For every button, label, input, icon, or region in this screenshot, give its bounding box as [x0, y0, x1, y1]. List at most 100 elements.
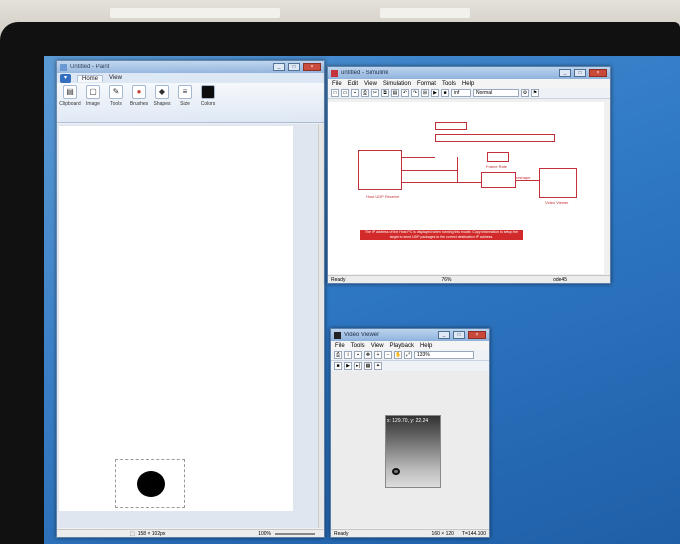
- maximize-button[interactable]: □: [453, 331, 465, 339]
- play-icon[interactable]: ▶: [344, 362, 352, 370]
- menu-edit[interactable]: Edit: [348, 81, 358, 87]
- shapes-icon: ◆: [155, 85, 169, 99]
- new-icon[interactable]: □: [331, 89, 339, 97]
- paint-file-menu[interactable]: ▾: [60, 73, 72, 83]
- minimize-button[interactable]: _: [559, 69, 571, 77]
- tab-view[interactable]: View: [109, 75, 122, 81]
- line-size-icon: ≡: [178, 85, 192, 99]
- gain-block[interactable]: [435, 122, 467, 130]
- video-viewer-label: Video Viewer: [545, 200, 569, 205]
- video-viewer-titlebar[interactable]: Video Viewer _ □ ×: [331, 329, 489, 341]
- ribbon-group-image[interactable]: ▢ Image: [83, 85, 103, 120]
- library-icon[interactable]: ⊞: [421, 89, 429, 97]
- stop-icon[interactable]: ■: [441, 89, 449, 97]
- print-icon[interactable]: ⎙: [334, 351, 342, 359]
- image-icon: ▢: [86, 85, 100, 99]
- highlight-icon[interactable]: ✦: [374, 362, 382, 370]
- video-viewer-menubar: File Tools View Playback Help: [331, 341, 489, 350]
- sim-mode-select[interactable]: Normal: [473, 89, 519, 97]
- zoom-out-icon[interactable]: −: [384, 351, 392, 359]
- ribbon-label: Clipboard: [59, 101, 81, 107]
- ribbon-group-shapes[interactable]: ◆ Shapes: [152, 85, 172, 120]
- status-ready: Ready: [331, 276, 346, 283]
- menu-file[interactable]: File: [335, 343, 345, 349]
- ribbon-group-brushes[interactable]: ● Brushes: [129, 85, 149, 120]
- frame-rate-block[interactable]: [487, 152, 509, 162]
- vertical-scrollbar[interactable]: [318, 124, 324, 528]
- close-button[interactable]: ×: [589, 69, 607, 77]
- tab-home[interactable]: Home: [77, 74, 104, 82]
- ribbon-group-tools[interactable]: ✎ Tools: [106, 85, 126, 120]
- snapshot-icon[interactable]: ▦: [364, 362, 372, 370]
- maximize-button[interactable]: □: [288, 63, 300, 71]
- video-viewer-statusbar: Ready 160 × 120 T=144.100: [331, 529, 489, 537]
- zoom-in-icon[interactable]: +: [374, 351, 382, 359]
- close-button[interactable]: ×: [303, 63, 321, 71]
- debug-icon[interactable]: ⚑: [531, 89, 539, 97]
- signal-line: [457, 157, 458, 182]
- shelf: [110, 8, 280, 18]
- close-button[interactable]: ×: [468, 331, 486, 339]
- ribbon-label: Brushes: [129, 101, 149, 107]
- udp-receive-label: Host UDP Receive: [366, 194, 400, 199]
- zoom-slider[interactable]: [275, 532, 315, 535]
- signal-line: [402, 170, 457, 171]
- simulink-titlebar[interactable]: untitled - Simulink _ □ ×: [328, 67, 610, 79]
- cut-icon[interactable]: ✂: [371, 89, 379, 97]
- ribbon-group-colors[interactable]: Colors: [198, 85, 218, 120]
- paint-canvas[interactable]: [59, 126, 293, 511]
- tracked-object: [392, 468, 400, 475]
- maximize-button[interactable]: □: [574, 69, 586, 77]
- info-icon[interactable]: i: [344, 351, 352, 359]
- paste-icon[interactable]: ▤: [391, 89, 399, 97]
- status-solver: ode45: [553, 276, 567, 283]
- print-icon[interactable]: ⎙: [361, 89, 369, 97]
- simulink-diagram[interactable]: Host UDP Receive Frame Rate reshape Vide…: [328, 102, 604, 274]
- menu-file[interactable]: File: [332, 81, 342, 87]
- open-icon[interactable]: ▭: [341, 89, 349, 97]
- menu-playback[interactable]: Playback: [390, 343, 414, 349]
- pan-hand-icon[interactable]: ✋: [394, 351, 402, 359]
- status-zoom: 76%: [441, 276, 452, 283]
- menu-simulation[interactable]: Simulation: [383, 81, 411, 87]
- fit-icon[interactable]: ⤢: [404, 351, 412, 359]
- menu-help[interactable]: Help: [462, 81, 474, 87]
- menu-tools[interactable]: Tools: [351, 343, 365, 349]
- minimize-button[interactable]: _: [273, 63, 285, 71]
- pan-icon[interactable]: ✥: [364, 351, 372, 359]
- copy-icon[interactable]: ⧉: [381, 89, 389, 97]
- simulink-window: untitled - Simulink _ □ × File Edit View…: [327, 66, 611, 284]
- status-dimensions: 160 × 120: [431, 530, 454, 537]
- play-icon[interactable]: ▶: [431, 89, 439, 97]
- reshape-block[interactable]: [481, 172, 516, 188]
- paint-titlebar[interactable]: Untitled - Paint _ □ ×: [57, 61, 324, 73]
- build-icon[interactable]: ⚙: [521, 89, 529, 97]
- redo-icon[interactable]: ↷: [411, 89, 419, 97]
- paint-ribbon: ▤ Clipboard ▢ Image ✎ Tools ● Brushes ◆ Shape…: [57, 83, 324, 123]
- undo-icon[interactable]: ↶: [401, 89, 409, 97]
- menu-help[interactable]: Help: [420, 343, 432, 349]
- udp-receive-block[interactable]: [358, 150, 402, 190]
- video-frame[interactable]: x: 129.70, y: 22.24: [385, 415, 441, 488]
- menu-format[interactable]: Format: [417, 81, 436, 87]
- video-viewer-block[interactable]: [539, 168, 577, 198]
- ribbon-group-clipboard[interactable]: ▤ Clipboard: [59, 85, 81, 120]
- save-icon[interactable]: ▪: [354, 351, 362, 359]
- ribbon-group-size[interactable]: ≡ Size: [175, 85, 195, 120]
- zoom-level: 100%: [258, 530, 271, 537]
- signal-line: [402, 182, 481, 183]
- selector-block[interactable]: [435, 134, 555, 142]
- paint-title: Untitled - Paint: [70, 64, 110, 70]
- menu-view[interactable]: View: [364, 81, 377, 87]
- zoom-select[interactable]: 133%: [414, 351, 474, 359]
- step-icon[interactable]: ▸|: [354, 362, 362, 370]
- stop-icon[interactable]: ■: [334, 362, 342, 370]
- black-circle-drawing: [137, 471, 165, 497]
- stop-time-input[interactable]: inf: [451, 89, 471, 97]
- simulink-menubar: File Edit View Simulation Format Tools H…: [328, 79, 610, 88]
- menu-view[interactable]: View: [371, 343, 384, 349]
- minimize-button[interactable]: _: [438, 331, 450, 339]
- menu-tools[interactable]: Tools: [442, 81, 456, 87]
- save-icon[interactable]: ▪: [351, 89, 359, 97]
- status-ready: Ready: [334, 530, 349, 537]
